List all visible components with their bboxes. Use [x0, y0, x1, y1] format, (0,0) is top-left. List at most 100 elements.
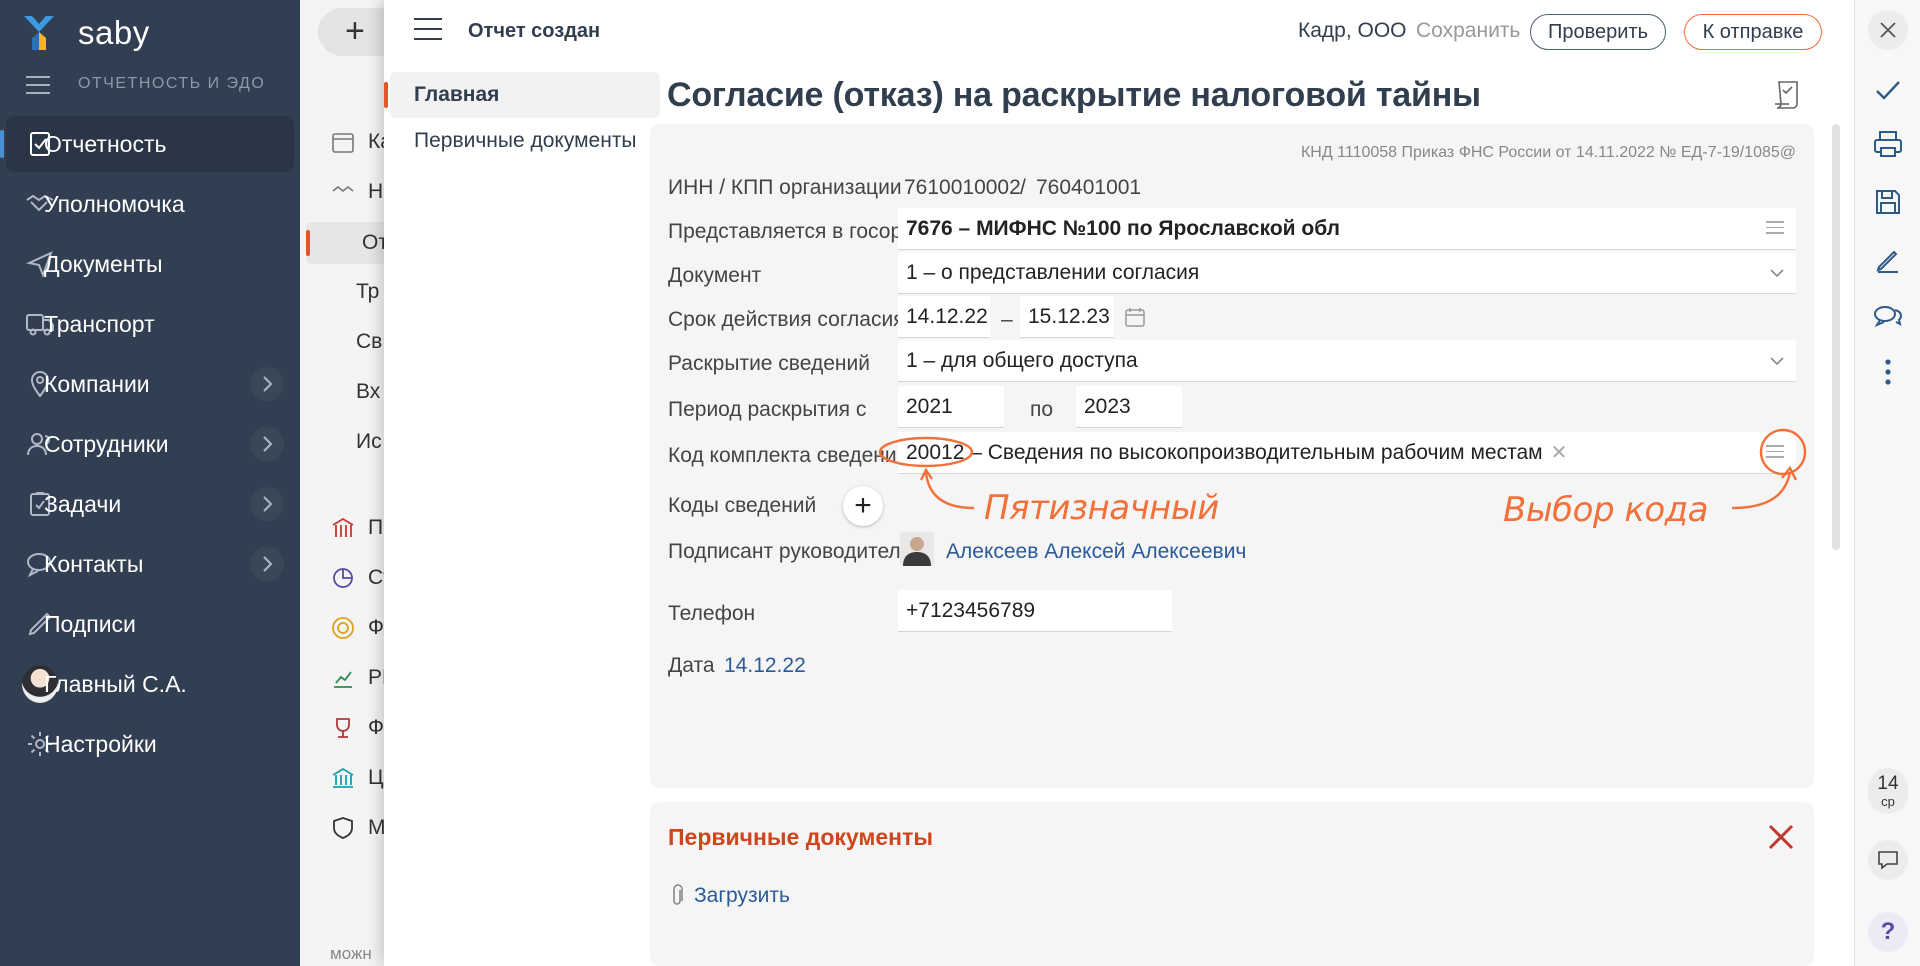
chat-button[interactable] [1868, 840, 1908, 880]
add-code-button[interactable]: + [843, 486, 883, 526]
edit-button[interactable] [1868, 240, 1908, 280]
chevron-down-icon [1770, 269, 1784, 278]
check-icon [1876, 81, 1900, 100]
nav-item-reporting[interactable]: Отчетность [0, 116, 294, 172]
code-label: Код комплекта сведений [668, 444, 909, 467]
section-item[interactable]: Ис [356, 424, 382, 460]
term-dash: – [1001, 308, 1013, 331]
date-link[interactable]: 14.12.22 [724, 654, 806, 678]
saby-logo-icon[interactable] [16, 10, 62, 56]
report-panel: Отчет создан Кадр, ООО Сохранить Провери… [384, 0, 1854, 966]
nav-item-label: Подписи [44, 610, 136, 637]
menu-toggle-icon[interactable] [26, 76, 50, 96]
section-item[interactable]: Вх [356, 374, 380, 410]
section-item[interactable]: Св [356, 324, 382, 360]
help-button[interactable]: ? [1868, 912, 1908, 952]
inn-label: ИНН / КПП организации [668, 176, 902, 199]
nav-item-authority[interactable]: Уполномочка [6, 176, 294, 232]
clear-icon[interactable]: ✕ [1551, 440, 1568, 465]
phone-label: Телефон [668, 602, 756, 625]
nav-item-settings[interactable]: Настройки [6, 716, 294, 772]
period-to-field[interactable]: 2023 [1076, 386, 1182, 428]
nav-item-contacts[interactable]: Контакты [6, 536, 294, 592]
avatar [900, 532, 934, 566]
disclosure-label: Раскрытие сведений [668, 352, 870, 375]
term-label: Срок действия согласия [668, 308, 905, 331]
document-label: Документ [668, 264, 762, 287]
report-tabs: Главная Первичные документы [384, 72, 660, 164]
codes-label: Коды сведений [668, 494, 817, 517]
arrow-annotation-icon [1731, 465, 1798, 510]
nav-item-label: Главный С.А. [44, 670, 187, 697]
print-button[interactable] [1868, 124, 1908, 164]
chevron-down-icon [1770, 357, 1784, 366]
disclosure-select[interactable]: 1 – для общего доступа [898, 340, 1796, 382]
nav-item-transport[interactable]: Транспорт [6, 296, 294, 352]
nav-item-employees[interactable]: Сотрудники [6, 416, 294, 472]
scrollbar[interactable] [1832, 124, 1840, 550]
authority-field[interactable]: 7676 – МИФНС №100 по Ярославской обл [898, 208, 1796, 250]
term-to-field[interactable]: 15.12.23 [1020, 296, 1114, 338]
nav-item-label: Настройки [44, 730, 157, 757]
calendar-date-button[interactable]: 14 ср [1868, 768, 1908, 814]
floppy-icon [1876, 190, 1900, 214]
nav-item-label: Сотрудники [44, 430, 169, 457]
more-vertical-icon [1885, 359, 1891, 385]
nav-section-title: ОТЧЕТНОСТЬ И ЭДО [78, 75, 266, 92]
date-label: Дата [668, 654, 715, 677]
comments-button[interactable] [1868, 296, 1908, 336]
signer-link[interactable]: Алексеев Алексей Алексеевич [946, 540, 1246, 564]
section-item[interactable]: Тр [356, 274, 379, 310]
nav-item-documents[interactable]: Документы [6, 236, 294, 292]
nav-item-tasks[interactable]: Задачи [6, 476, 294, 532]
calendar-icon[interactable] [1124, 306, 1146, 328]
nav-item-label: Контакты [44, 550, 144, 577]
main-sidebar: saby ОТЧЕТНОСТЬ И ЭДО Отчетность Уполном… [0, 0, 300, 966]
phone-field[interactable]: +7123456789 [898, 590, 1172, 632]
code-field[interactable]: 20012 – Сведения по высокопроизводительн… [898, 432, 1796, 474]
upload-button[interactable]: Загрузить [668, 884, 790, 908]
chevron-right-icon[interactable] [250, 487, 284, 521]
nav-item-profile[interactable]: Главный С.А. [6, 656, 294, 712]
choose-code-annotation: Выбор кода [1503, 490, 1709, 530]
nav-item-signatures[interactable]: Подписи [6, 596, 294, 652]
chevron-right-icon[interactable] [250, 427, 284, 461]
nav-item-label: Задачи [44, 490, 122, 517]
save-button[interactable]: Сохранить [1416, 19, 1520, 43]
organization-name[interactable]: Кадр, ООО [1298, 19, 1407, 43]
more-options-button[interactable] [1868, 352, 1908, 392]
page-title: Согласие (отказ) на раскрытие налоговой … [667, 76, 1481, 114]
section-item[interactable]: МІ [330, 810, 391, 846]
delete-section-icon[interactable] [1766, 822, 1796, 852]
document-print-icon[interactable] [1771, 78, 1805, 112]
section-item[interactable]: Ка [330, 124, 392, 160]
nav-item-companies[interactable]: Компании [6, 356, 294, 412]
period-to-label: по [1030, 398, 1054, 421]
primary-docs-section: Первичные документы Загрузить [650, 802, 1814, 966]
term-from-field[interactable]: 14.12.22 [898, 296, 990, 338]
inn-value: 7610010002 [904, 176, 1021, 199]
primary-docs-title: Первичные документы [668, 824, 933, 850]
tab-primary-docs[interactable]: Первичные документы [384, 118, 660, 164]
footer-text: можн [330, 944, 372, 963]
paperclip-icon [673, 884, 683, 905]
approve-button[interactable] [1868, 70, 1908, 110]
save-disk-button[interactable] [1868, 182, 1908, 222]
signer-label: Подписант руководитель [668, 540, 912, 563]
panel-menu-icon[interactable] [414, 18, 442, 42]
comments-icon [1874, 306, 1903, 328]
pencil-icon [1876, 250, 1898, 273]
brand-name: saby [78, 14, 150, 51]
chevron-right-icon[interactable] [250, 547, 284, 581]
close-panel-button[interactable] [1868, 10, 1908, 50]
chat-bubble-icon [1878, 851, 1898, 870]
check-button[interactable]: Проверить [1530, 14, 1666, 50]
list-icon[interactable] [1766, 221, 1784, 235]
document-select[interactable]: 1 – о представлении согласия [898, 252, 1796, 294]
chevron-right-icon[interactable] [250, 367, 284, 401]
report-status: Отчет создан [468, 20, 601, 42]
report-content: Согласие (отказ) на раскрытие налоговой … [650, 64, 1827, 966]
send-button[interactable]: К отправке [1684, 14, 1822, 50]
tab-main[interactable]: Главная [384, 72, 660, 118]
period-from-field[interactable]: 2021 [898, 386, 1004, 428]
